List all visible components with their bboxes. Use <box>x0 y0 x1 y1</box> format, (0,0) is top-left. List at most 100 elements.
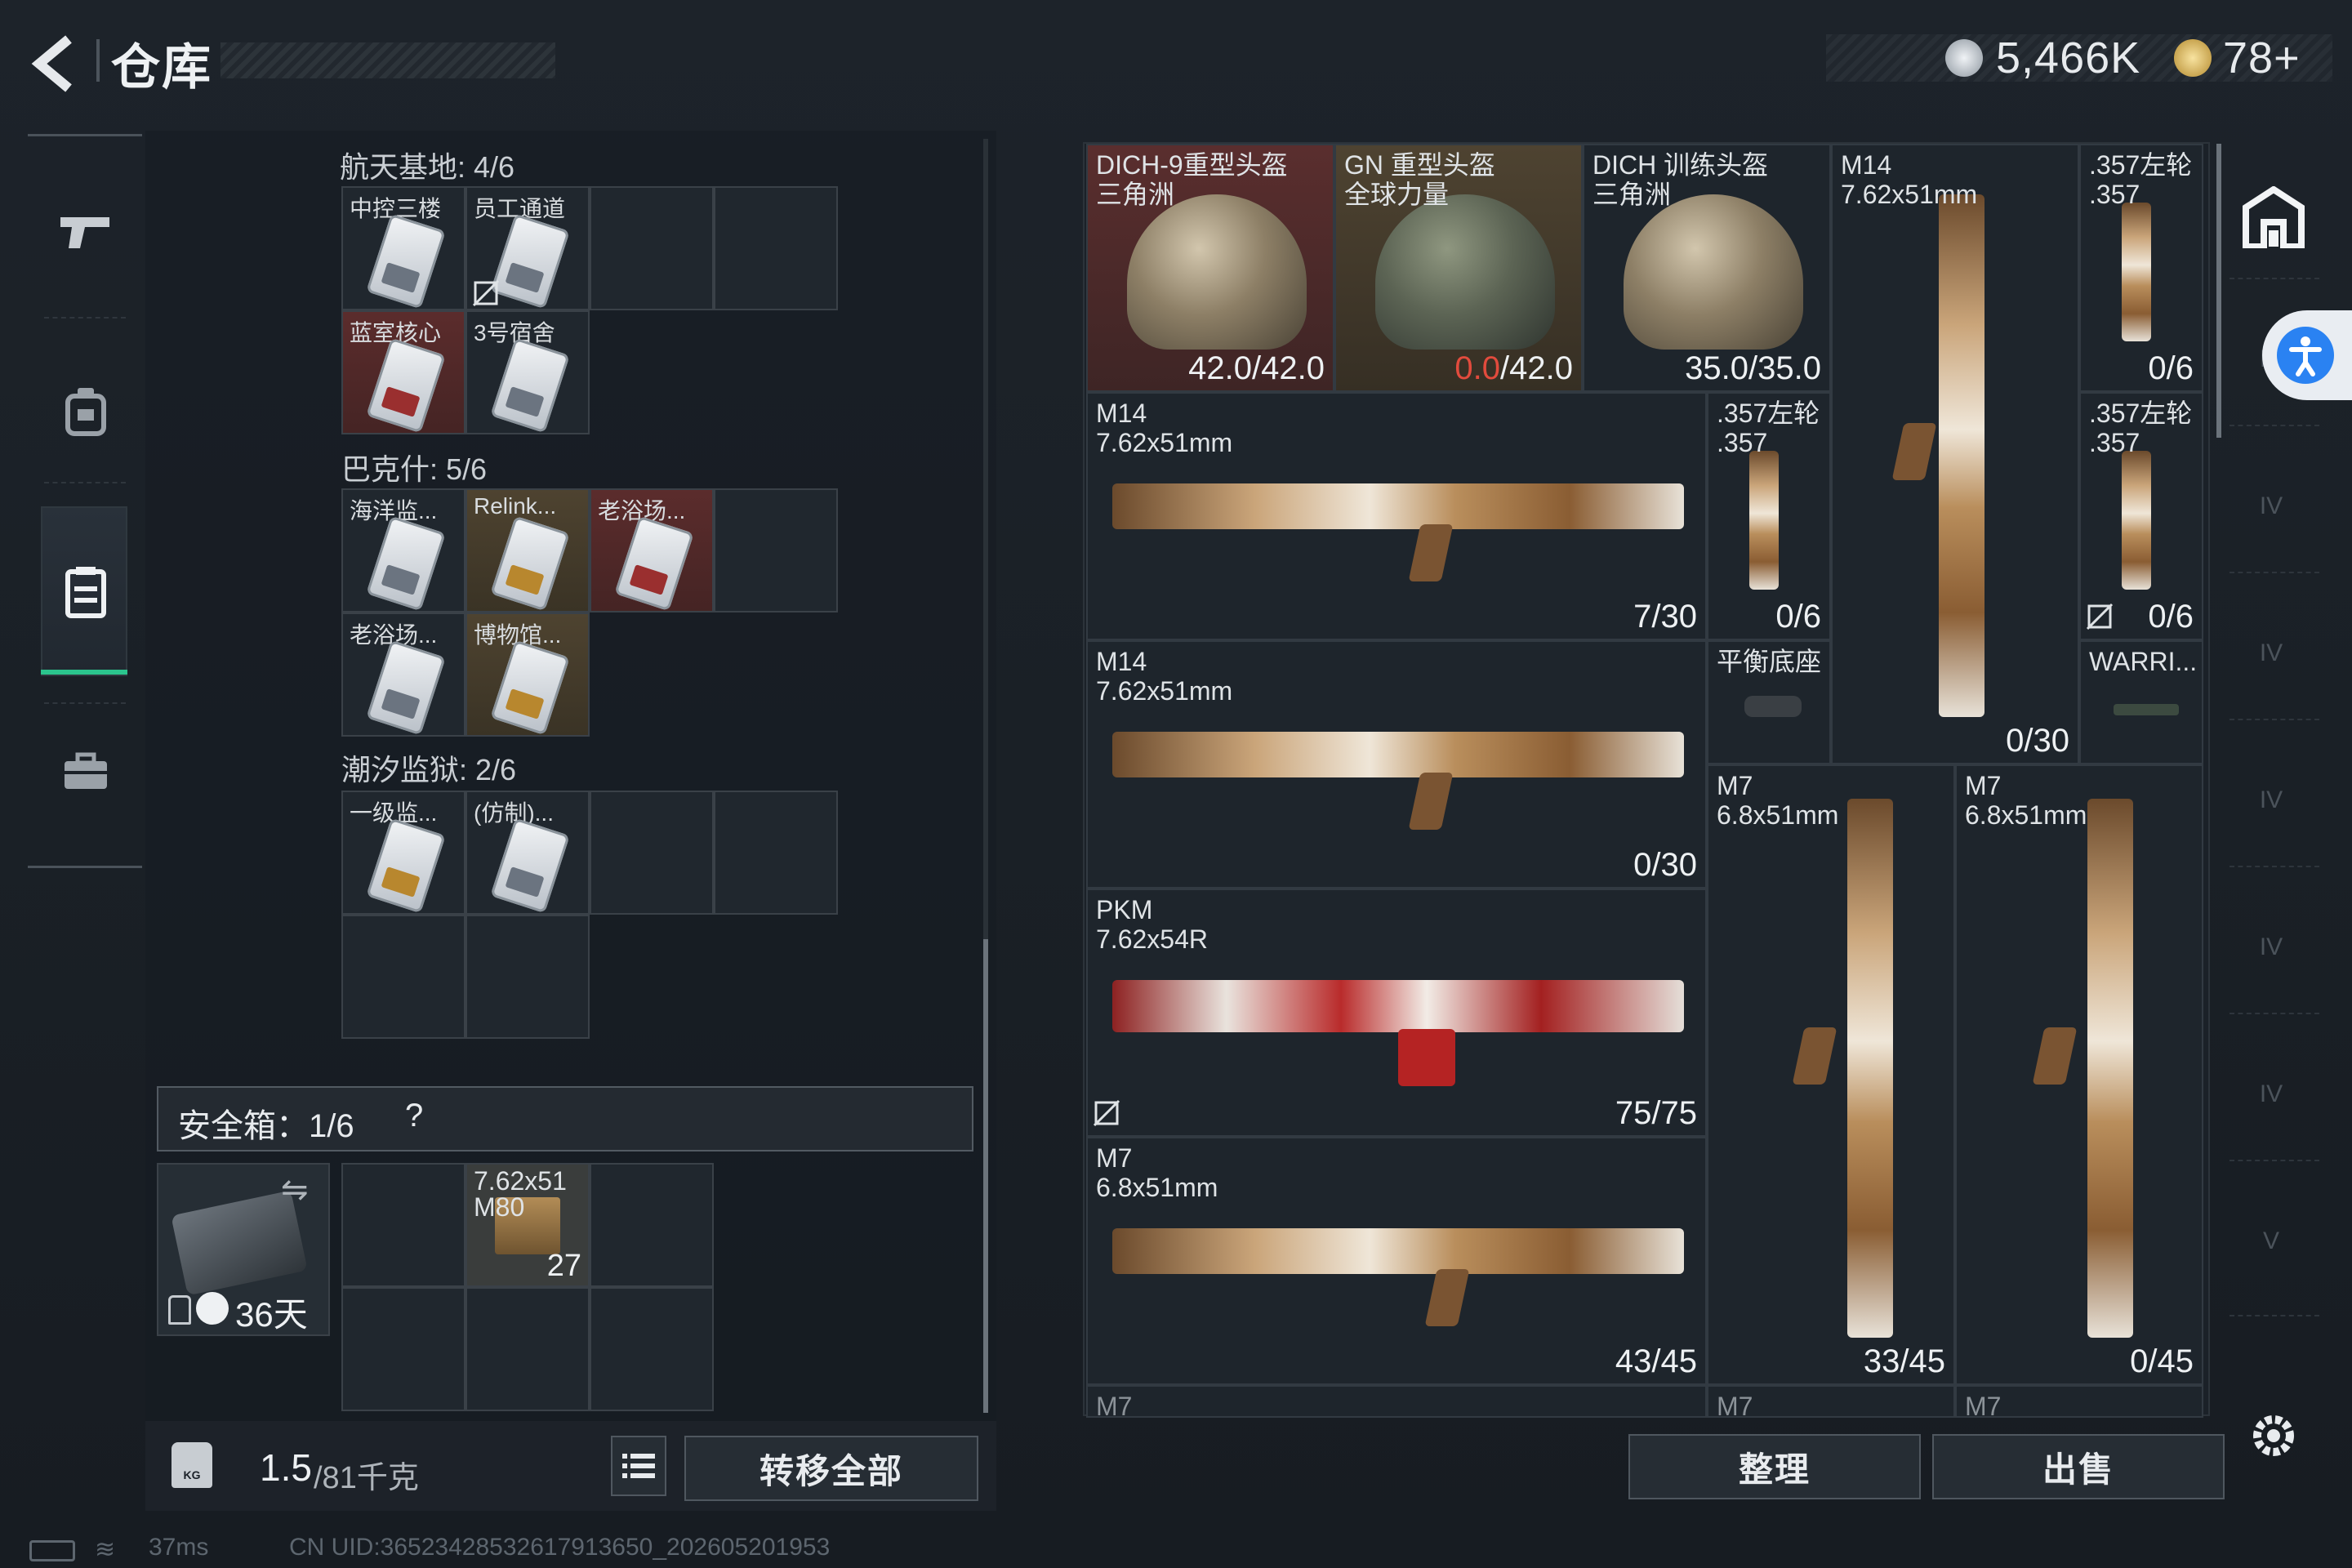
stash-item-partial[interactable]: M7 <box>1707 1385 1955 1418</box>
keycard-icon <box>366 213 446 309</box>
sell-button[interactable]: 出售 <box>1932 1434 2225 1499</box>
keycard-slot[interactable]: Relink... <box>466 488 590 612</box>
item-name: M7 6.8x51mm <box>1717 771 1839 830</box>
keycard-slot[interactable]: 员工通道 <box>466 186 590 310</box>
stash-item-rifle[interactable]: M7 6.8x51mm 33/45 <box>1707 764 1955 1385</box>
backpack-icon[interactable] <box>41 366 131 456</box>
stash-item-helmet[interactable]: DICH 训练头盔 三角洲 35.0/35.0 <box>1583 144 1831 392</box>
empty-slot[interactable] <box>714 488 838 612</box>
stash-item-helmet[interactable]: GN 重型头盔 全球力量 0.0/42.0 <box>1334 144 1583 392</box>
empty-slot[interactable] <box>590 1287 714 1411</box>
stash-home-icon[interactable] <box>2241 185 2306 252</box>
stash-item-rifle[interactable]: M14 7.62x51mm 0/30 <box>1086 640 1707 889</box>
item-ammo: 43/45 <box>1615 1343 1697 1379</box>
keycard-slot[interactable]: 中控三楼 <box>341 186 466 310</box>
stash-item-rifle[interactable]: M7 6.8x51mm 43/45 <box>1086 1137 1707 1385</box>
item-name: M7 6.8x51mm <box>1096 1143 1218 1202</box>
stash-item-attachment[interactable]: 平衡底座 <box>1707 640 1831 764</box>
settings-gear-icon[interactable] <box>2247 1410 2300 1466</box>
keycard-slot[interactable]: 海洋监... <box>341 488 466 612</box>
side-divider <box>2230 572 2319 573</box>
sort-button[interactable]: 整理 <box>1628 1434 1921 1499</box>
chest-rig-icon[interactable] <box>41 547 131 637</box>
keycard-slot[interactable]: 蓝室核心 <box>341 310 466 434</box>
uid-text: CN UID:36523428532617913650_202605201953 <box>289 1534 831 1561</box>
stash-item-revolver[interactable]: .357左轮 .357 0/6 <box>1707 392 1831 640</box>
keycard-icon <box>490 515 570 611</box>
stash-scrollbar-thumb[interactable] <box>2216 144 2221 438</box>
item-name: M14 7.62x51mm <box>1096 399 1233 457</box>
empty-slot[interactable] <box>341 1163 466 1287</box>
rifle-grip-icon <box>2032 1027 2078 1085</box>
lock-icon <box>168 1295 191 1325</box>
keycard-slot[interactable]: 老浴场... <box>341 612 466 737</box>
mount-icon <box>1744 696 1802 717</box>
empty-slot[interactable] <box>341 915 466 1039</box>
keycard-slot[interactable]: 一级监... <box>341 791 466 915</box>
item-name: DICH-9重型头盔 三角洲 <box>1096 150 1288 209</box>
item-name: PKM 7.62x54R <box>1096 895 1208 954</box>
side-tab-4[interactable]: IV <box>2234 768 2308 833</box>
side-divider <box>2230 1315 2319 1316</box>
stash-item-partial[interactable]: M7 <box>1955 1385 2203 1418</box>
list-view-button[interactable] <box>611 1436 666 1496</box>
swap-icon[interactable]: ⇋ <box>281 1171 309 1209</box>
money-amount: 5,466K <box>1996 33 2141 82</box>
item-name: M14 7.62x51mm <box>1841 150 1978 209</box>
transfer-all-button[interactable]: 转移全部 <box>684 1436 978 1501</box>
empty-slot[interactable] <box>714 791 838 915</box>
safe-box-slot[interactable]: ⇋ 36天 <box>157 1163 330 1336</box>
rifle-grip-icon <box>1891 423 1937 480</box>
stash-item-rifle[interactable]: M14 7.62x51mm 0/30 <box>1831 144 2079 764</box>
keycard-slot[interactable]: 老浴场... <box>590 488 714 612</box>
empty-slot[interactable] <box>590 791 714 915</box>
page-title: 仓库 <box>111 40 212 95</box>
empty-slot[interactable] <box>714 186 838 310</box>
stash-item-helmet[interactable]: DICH-9重型头盔 三角洲 42.0/42.0 <box>1086 144 1334 392</box>
keycard-icon <box>614 515 694 611</box>
empty-slot[interactable] <box>590 1163 714 1287</box>
stash-item-revolver[interactable]: .357左轮 .357 0/6 <box>2079 144 2203 392</box>
safe-timer: 36天 <box>235 1295 308 1334</box>
stash-item-rifle[interactable]: M14 7.62x51mm 7/30 <box>1086 392 1707 640</box>
rifle-icon <box>1112 732 1684 777</box>
empty-slot[interactable] <box>341 1287 466 1411</box>
empty-slot[interactable] <box>466 1287 590 1411</box>
empty-slot[interactable] <box>466 915 590 1039</box>
stash-item-attachment[interactable]: WARRI... <box>2079 640 2203 764</box>
stash-item-partial[interactable]: M7 <box>1086 1385 1707 1418</box>
container-scrollbar-thumb[interactable] <box>983 939 988 1413</box>
side-tab-6[interactable]: IV <box>2234 1062 2308 1127</box>
briefcase-icon[interactable] <box>41 727 131 817</box>
keycard-slot[interactable]: 3号宿舍 <box>466 310 590 434</box>
keycard-slot[interactable]: (仿制)... <box>466 791 590 915</box>
keycard-slot[interactable]: 博物馆... <box>466 612 590 737</box>
helmet-icon <box>1624 194 1803 350</box>
weight-kg-icon: KG <box>172 1442 212 1488</box>
rifle-grip-icon <box>1792 1027 1838 1085</box>
item-ammo: 0/6 <box>2148 599 2194 635</box>
stash-item-machine-gun[interactable]: PKM 7.62x54R 75/75 <box>1086 889 1707 1137</box>
clock-icon <box>196 1292 229 1325</box>
stash-item-revolver[interactable]: .357左轮 .357 0/6 <box>2079 392 2203 640</box>
help-icon[interactable]: ? <box>405 1098 423 1134</box>
side-tab-5[interactable]: IV <box>2234 915 2308 980</box>
rifle-icon <box>1939 194 1984 717</box>
back-arrow-icon[interactable] <box>24 31 90 96</box>
item-name: DICH 训练头盔 三角洲 <box>1592 150 1769 209</box>
empty-slot[interactable] <box>590 186 714 310</box>
nav-selected-indicator <box>41 670 127 675</box>
item-ammo: 0/6 <box>1775 599 1821 635</box>
token-amount[interactable]: 78+ <box>2223 33 2301 83</box>
tier-label: IV <box>2259 786 2283 813</box>
side-tab-2[interactable]: IV <box>2234 474 2308 539</box>
stash-item-rifle[interactable]: M7 6.8x51mm 0/45 <box>1955 764 2203 1385</box>
item-durability: 0.0/42.0 <box>1454 350 1573 386</box>
safe-box-label: 安全箱：1/6 <box>178 1108 354 1144</box>
nav-divider <box>44 482 126 483</box>
pistol-icon[interactable] <box>41 186 131 276</box>
item-name: .357左轮 .357 <box>2089 399 2193 457</box>
side-tab-3[interactable]: IV <box>2234 621 2308 686</box>
side-tab-7[interactable]: V <box>2234 1209 2308 1274</box>
ammo-slot[interactable]: 7.62x51 M80 27 <box>466 1163 590 1287</box>
